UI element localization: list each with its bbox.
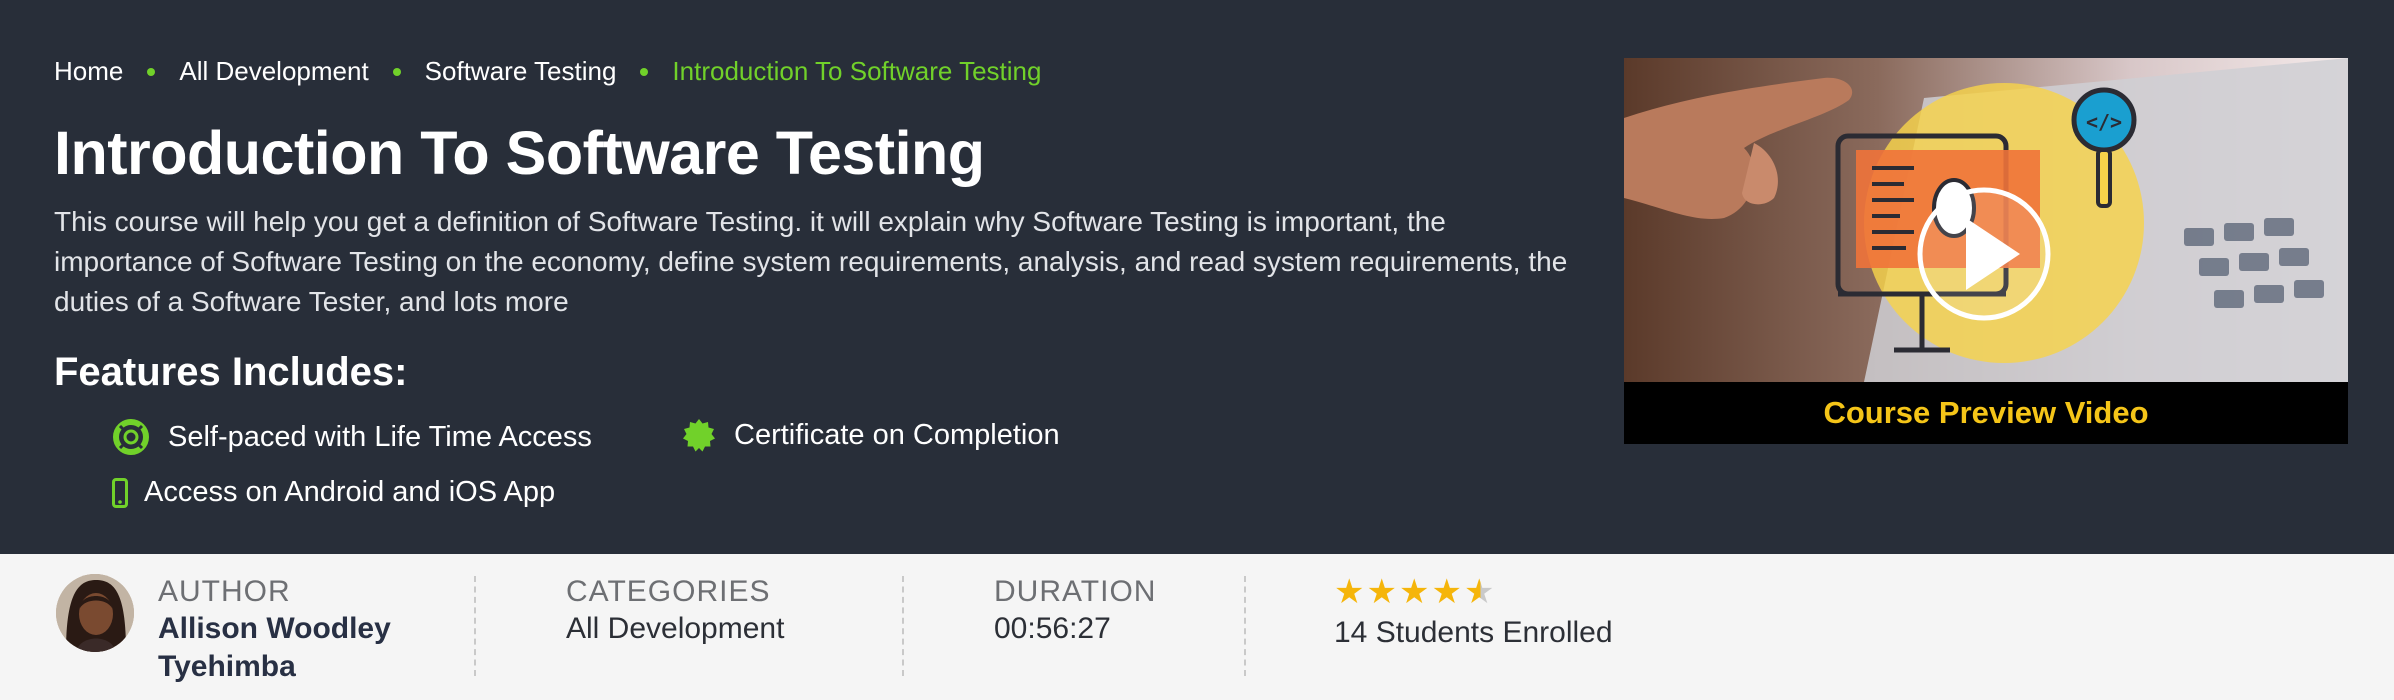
lifebuoy-icon [112,418,150,456]
breadcrumb: Home All Development Software Testing In… [54,56,1041,87]
enrolled-count: 14 Students Enrolled [1334,616,1613,649]
mobile-phone-icon [112,477,128,508]
rating-block: ★ ★ ★ ★ ★ 14 Students Enrolled [1334,574,1613,652]
certificate-badge-icon [682,418,716,452]
star-rating: ★ ★ ★ ★ ★ [1334,574,1613,610]
breadcrumb-home-link[interactable]: Home [54,56,123,87]
duration-value: 00:56:27 [994,612,1111,645]
meta-divider [1244,576,1246,676]
star-icon: ★ [1334,573,1365,611]
duration-label: DURATION [994,575,1157,608]
star-icon: ★ [1398,573,1430,611]
feature-certificate: Certificate on Completion [682,418,1060,452]
preview-caption: Course Preview Video [1624,382,2348,444]
author-label: AUTHOR [158,575,291,608]
feature-label: Access on Android and iOS App [144,476,556,508]
star-icon: ★ [1431,573,1462,611]
categories-label: CATEGORIES [566,575,771,608]
feature-mobile-access: Access on Android and iOS App [112,476,555,509]
meta-divider [474,576,476,676]
feature-lifetime-access: Self-paced with Life Time Access [112,418,592,456]
preview-thumbnail: </> [1624,58,2348,382]
duration-block: DURATION 00:56:27 [994,574,1156,648]
star-icon: ★ [1366,573,1397,611]
categories-block: CATEGORIES All Development [566,574,784,648]
author-name[interactable]: Allison Woodley Tyehimba [158,610,391,686]
categories-value[interactable]: All Development [566,610,784,648]
author-name-line1: Allison Woodley [158,612,391,645]
feature-label: Certificate on Completion [734,418,1060,451]
course-description: This course will help you get a definiti… [54,206,1568,317]
author-avatar[interactable] [56,574,134,652]
star-half-icon: ★ [1463,573,1495,611]
breadcrumb-current: Introduction To Software Testing [672,56,1042,86]
author-name-line2: Tyehimba [158,650,296,683]
course-preview-video[interactable]: </> Course Preview Video [1624,58,2348,444]
meta-divider [902,576,904,676]
breadcrumb-category-link[interactable]: All Development [179,56,368,87]
course-title: Introduction To Software Testing [54,119,985,187]
feature-label: Self-paced with Life Time Access [168,420,592,453]
course-meta-bar: AUTHOR Allison Woodley Tyehimba CATEGORI… [0,554,2394,700]
breadcrumb-separator [147,67,156,76]
breadcrumb-separator [392,67,401,76]
breadcrumb-subcategory-link[interactable]: Software Testing [425,56,617,87]
features-heading: Features Includes: [54,350,408,394]
course-hero: Home All Development Software Testing In… [0,0,2394,554]
svg-text:</>: </> [2086,110,2122,134]
author-block: AUTHOR Allison Woodley Tyehimba [158,574,391,686]
breadcrumb-separator [640,67,649,76]
